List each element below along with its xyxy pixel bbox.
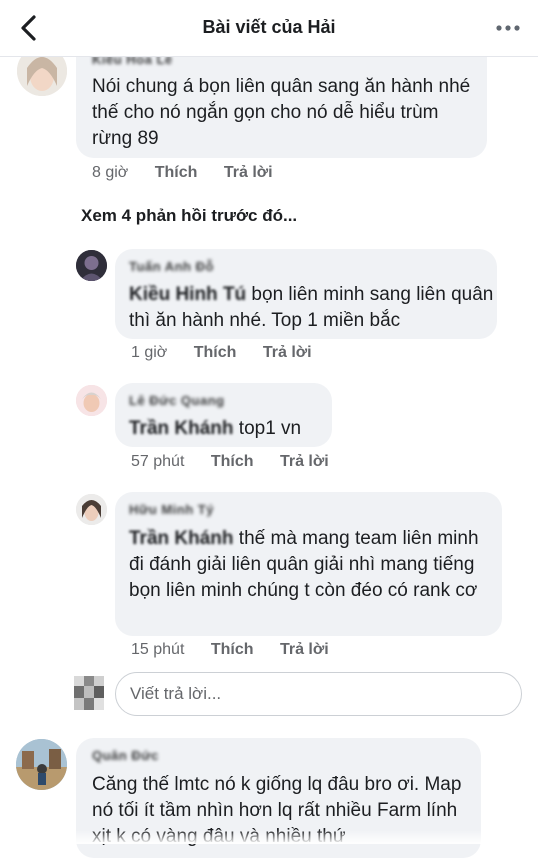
reply-bubble: Tuấn Anh Đỗ Kiều Hinh Tú bọn liên minh s… (115, 249, 497, 339)
comment-actions: 8 giờ Thích Trả lời (92, 164, 295, 182)
avatar[interactable] (76, 494, 107, 525)
reply-bubble: Hữu Minh Tý Trần Khánh thế mà mang team … (115, 492, 502, 636)
reply-time: 15 phút (131, 641, 185, 658)
reply-author[interactable]: Tuấn Anh Đỗ (129, 259, 214, 274)
like-button[interactable]: Thích (211, 453, 254, 470)
reply-button[interactable]: Trả lời (280, 641, 329, 658)
reply-text: Trần Khánh thế mà mang team liên minh đi… (129, 526, 479, 601)
view-previous-replies-link[interactable]: Xem 4 phản hồi trước đó... (81, 206, 297, 226)
reply-actions: 1 giờ Thích Trả lời (131, 344, 334, 362)
reply-text: Trần Khánh top1 vn (129, 416, 329, 442)
like-button[interactable]: Thích (155, 164, 198, 181)
reply-button[interactable]: Trả lời (224, 164, 273, 181)
avatar[interactable] (76, 385, 107, 416)
comment-text: Nói chung á bọn liên quân sang ăn hành n… (92, 76, 471, 149)
comment-bubble: Kiều Hoa Lê Nói chung á bọn liên quân sa… (76, 40, 487, 158)
reply-text: Kiều Hinh Tú bọn liên minh sang liên quâ… (129, 282, 494, 331)
reply-actions: 15 phút Thích Trả lời (131, 641, 351, 659)
comment-time: 8 giờ (92, 164, 129, 181)
reply-input[interactable] (115, 672, 522, 716)
reply-button[interactable]: Trả lời (280, 453, 329, 470)
avatar[interactable] (16, 739, 67, 790)
mention-tag[interactable]: Trần Khánh (129, 416, 234, 442)
my-avatar (74, 676, 104, 710)
reply-button[interactable]: Trả lời (263, 344, 312, 361)
reply-author[interactable]: Lê Đức Quang (129, 393, 225, 408)
reply-actions: 57 phút Thích Trả lời (131, 453, 351, 471)
reply-time: 57 phút (131, 453, 185, 470)
mention-tag[interactable]: Kiều Hinh Tú (129, 282, 246, 308)
bottom-fade (0, 830, 538, 844)
top-bar: Bài viết của Hải (0, 0, 538, 57)
like-button[interactable]: Thích (194, 344, 237, 361)
avatar[interactable] (76, 250, 107, 281)
more-options-icon[interactable] (492, 18, 524, 38)
reply-time: 1 giờ (131, 344, 168, 361)
like-button[interactable]: Thích (211, 641, 254, 658)
mention-tag[interactable]: Trần Khánh (129, 526, 234, 552)
reply-bubble: Lê Đức Quang Trần Khánh top1 vn (115, 383, 332, 447)
page-title: Bài viết của Hải (202, 17, 336, 37)
reply-author[interactable]: Hữu Minh Tý (129, 502, 214, 517)
comment-author[interactable]: Quân Đức (92, 748, 159, 763)
